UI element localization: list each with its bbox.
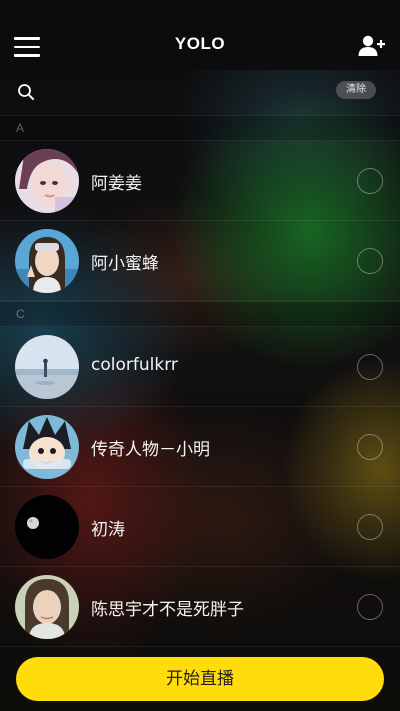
- contact-row[interactable]: 陈思宇才不是死胖子: [0, 567, 400, 647]
- select-radio[interactable]: [357, 248, 383, 274]
- contact-name: 传奇人物－小明: [91, 440, 210, 460]
- contact-name: 初涛: [91, 520, 125, 540]
- add-user-icon[interactable]: [358, 34, 386, 58]
- search-input[interactable]: [44, 78, 324, 106]
- search-bar: 清除: [0, 70, 400, 114]
- avatar: [15, 575, 79, 639]
- contact-name: colorfulkrr: [91, 355, 178, 375]
- page-title: YOLO: [174, 34, 226, 53]
- contact-row[interactable]: 阿姜姜: [0, 141, 400, 221]
- avatar: [15, 415, 79, 479]
- select-radio[interactable]: [357, 434, 383, 460]
- contact-name: 陈思宇才不是死胖子: [91, 600, 244, 620]
- contact-name: 阿小蜜蜂: [91, 254, 159, 274]
- search-icon: [17, 83, 35, 101]
- section-letter: C: [16, 307, 25, 321]
- select-radio[interactable]: [357, 354, 383, 380]
- avatar: [15, 335, 79, 399]
- contact-name: 阿姜姜: [91, 174, 142, 194]
- contact-row[interactable]: 初涛: [0, 487, 400, 567]
- contact-picker-screen: YOLO 清除 A 阿姜姜 阿小蜜蜂 C colorfulkrr 传奇人物－小明…: [0, 0, 400, 711]
- clear-button[interactable]: 清除: [336, 81, 376, 99]
- contact-row[interactable]: colorfulkrr: [0, 327, 400, 407]
- section-header-c: C: [0, 301, 400, 327]
- contact-row[interactable]: 传奇人物－小明: [0, 407, 400, 487]
- contact-row[interactable]: 阿小蜜蜂: [0, 221, 400, 301]
- start-live-button[interactable]: 开始直播: [16, 657, 384, 701]
- select-radio[interactable]: [357, 168, 383, 194]
- select-radio[interactable]: [357, 594, 383, 620]
- section-header-a: A: [0, 115, 400, 141]
- select-radio[interactable]: [357, 514, 383, 540]
- top-bar: YOLO: [0, 0, 400, 70]
- section-letter: A: [16, 121, 25, 135]
- avatar: [15, 229, 79, 293]
- avatar: [15, 495, 79, 559]
- avatar: [15, 149, 79, 213]
